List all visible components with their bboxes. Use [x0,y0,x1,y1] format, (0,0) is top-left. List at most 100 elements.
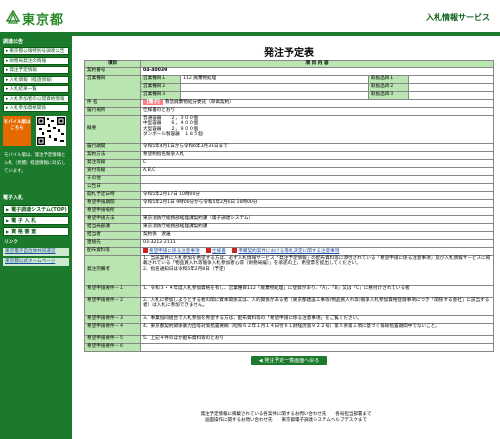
requirement-value [140,342,494,352]
sidebar-heading-links: リンク [4,240,18,245]
table-row: 履行期間 令和5年4月1日から令和6年3月31日まで [84,142,494,152]
item-value [408,82,494,92]
page-title: 発注予定表 [264,48,314,59]
sidebar-heading-announce: 調達公告 [3,39,24,45]
item-sublabel: 取扱品目２ [368,82,409,92]
item-value [408,74,494,84]
contract-number: 04-40039 [140,66,494,76]
summary-cell: 普通容器 ２，３００個 中型容器 ６，４００個 大型容器 ２，９００個 ダンボー… [140,114,494,144]
doc-link-spec[interactable]: 仕様書 [212,249,226,254]
row-label: 概要 [84,114,141,144]
table-row: その他 [84,174,494,184]
business-value: 112 廃棄物処理 [180,74,369,84]
requirement-value: 2、入札に参加しようとする者の関に資本関係又は、人的関係がある者（東京都建設工事… [140,296,494,316]
row-label: 希望申請方法 [84,214,141,224]
row-label: 担当者 [84,230,141,240]
apply-method-value: 東京消防庁総務部経理課契約課（電子調達システム） [140,214,494,224]
sidebar-link-kyodo[interactable]: 東京電子自治体共同運営 [3,248,69,256]
item-value [408,90,494,100]
row-label: 希望申請場所 [84,206,141,216]
sidebar-item-system-top[interactable]: 電子調達システム(TOP) [3,205,69,214]
apply-place-value [140,206,494,216]
sidebar-link-shikaku-kokai[interactable]: 入札参加者の公開資格情報 [3,94,69,103]
site-header: 東京都 入札情報サービス [0,0,500,36]
main-content: 発注予定表 項目 項 目 内 容 契約番号 04-40039 営業種目 営業種目… [84,36,494,365]
table-row: 営業種目 営業種目１ 112 廃棄物処理 取扱品目１ [84,74,494,100]
row-label: 受付等級 [84,166,141,176]
sidebar-link-zaimu[interactable]: 財務局発注の情報 [3,56,69,65]
table-row: 担当局部課 東京消防庁総務部経理課契約課 [84,222,494,232]
sidebar-heading-ebid: 電子入札 [3,195,24,201]
accept-grade-value: A,B,C [140,166,494,176]
table-row: 希望申請期間 令和5年2月1日 9時00分から令和5年2月6日 16時00分 [84,198,494,208]
sidebar-link-shikaku[interactable]: 入札参加資格関係 [3,104,69,112]
table-row: 契約方法 希望制指名競争入札 [84,150,494,160]
table-row: 契約番号 04-40039 [84,66,494,76]
row-label: 希望申請要件－２ [84,296,141,316]
dept-value: 東京消防庁総務部経理課契約課 [140,222,494,232]
back-button-label: 発注予定一覧画面へ戻る [264,357,320,364]
back-button-wrap: ◀ 発注予定一覧画面へ戻る [84,355,494,365]
pdf-icon [143,247,148,253]
business-sublabel: 営業種目２ [140,82,181,92]
requirement-value: 4、東京都契約関係暴力団等対策措置要綱（昭和６２年１月１４日付６１財経庶第９２２… [140,322,494,336]
sidebar-link-kekka[interactable]: 入札結果一覧 [3,85,69,93]
period-value: 令和5年4月1日から令和6年3月31日まで [140,142,494,152]
order-plan-table: 項目 項 目 内 容 契約番号 04-40039 営業種目 営業種目１ 112 … [84,60,494,352]
apply-period-value: 令和5年2月1日 9時00分から令和5年2月6日 16時00分 [140,198,494,208]
business-value [180,82,369,92]
mobile-section: モバイル版はこちら [3,116,69,146]
business-value [180,90,369,100]
row-label: 件 名 [84,98,141,108]
sidebar-link-hacchu-yotei[interactable]: 発注予定情報 [3,66,69,74]
location-value: 仕様書のとおり [140,106,494,116]
requirement-value: 1、令和３・４年度入札参加資格を有し、営業種目112「廃棄物処理」に登録があり、… [140,284,494,298]
table-row: 受付等級 A,B,C [84,166,494,176]
footer-line: 画面操作に関するお問い合わせ先 東京都電子調達システムヘルプデスクまで [205,418,367,423]
table-row: 開札予定日時 令和5年2月17日 10時00分 [84,190,494,200]
mobile-note: モバイル版は、発注予定情報と入札（見積）経過情報に対応しています。 [4,153,66,174]
sidebar-link-kouhou[interactable]: 東京都公報特別号調達公告 [3,47,69,55]
docs-cell: 希望申請に係る注意事項 仕様書 準備契約案件における落札決定に関する注意事項 [140,246,494,256]
table-row: 配布資料等 希望申請に係る注意事項 仕様書 準備契約案件における落札決定に関する… [84,246,494,256]
grade-value: C [140,158,494,168]
table-row: 希望申請要件－３ 3、事業協同組合で入札参加を希望する方は、配布資料等の「希望申… [84,314,494,324]
table-row: 希望申請要件－６ [84,342,494,352]
row-label: 担当局部課 [84,222,141,232]
mobile-button[interactable]: モバイル版はこちら [3,116,31,146]
doc-link-award-notes[interactable]: 準備契約案件における落札決定に関する注意事項 [238,249,339,254]
sidebar-item-qualification[interactable]: 資 格 審 査 [3,227,69,236]
table-row: 希望申請要件－２ 2、入札に参加しようとする者の関に資本関係又は、人的関係がある… [84,296,494,316]
table-row: 公告日 [84,182,494,192]
row-label: 履行場所 [84,106,141,116]
table-row: 希望申請要件－１ 1、令和３・４年度入札参加資格を有し、営業種目112「廃棄物処… [84,284,494,298]
pdf-icon [206,247,212,253]
sidebar-link-tokyo-official[interactable]: 東京都公式ホームページ [3,258,69,266]
sidebar-link-list: 東京都公報特別号調達公告 財務局発注の情報 発注予定情報 入札情報（経過情報） … [3,47,69,112]
sidebar-link-keika[interactable]: 入札情報（経過情報） [3,75,69,84]
doc-link-caution[interactable]: 希望申請に係る注意事項 [149,249,200,254]
phone-value: 03-3212-2111 [140,238,494,248]
table-row: 履行場所 仕様書のとおり [84,106,494,116]
table-row: 連絡先 03-3212-2111 [84,238,494,248]
table-row: 発注等級 C [84,158,494,168]
site-name[interactable]: 東京都 [22,9,64,28]
row-label: 発注完備考 [84,254,141,286]
back-to-list-button[interactable]: ◀ 発注予定一覧画面へ戻る [250,355,328,365]
row-label: 開札予定日時 [84,190,141,200]
item-sublabel: 取扱品目３ [368,90,409,100]
footer: 発注予定情報に掲載されている各案件に関するお問い合わせ先 各局担当部署まで 画面… [72,412,500,424]
other-value [140,174,494,184]
pdf-icon [232,247,238,253]
requirement-value: 3、事業協同組合で入札参加を希望する方は、配布資料等の「希望申請に係る注意事項」… [140,314,494,324]
sidebar-item-ebid[interactable]: 電 子 入 札 [3,216,69,225]
case-name-cell: 【電子】 救急廃棄物処分委託（単価契約） [140,98,494,108]
note-line: 1、当該案件に入札参加を希望する方は、必ず入札情報サービス「発注予定情報」の配布… [143,255,491,267]
electronic-tag: 【電子】 [143,99,164,105]
row-label: 配布資料等 [84,246,141,256]
row-label: 希望申請期間 [84,198,141,208]
business-sublabel: 営業種目３ [140,90,181,100]
notes-cell: 1、当該案件に入札参加を希望する方は、必ず入札情報サービス「発注予定情報」の配布… [140,254,494,286]
business-sublabel: 営業種目１ [140,74,181,84]
table-row: 希望申請要件－５ 5、上記４件のほか配布資料等のとおり [84,334,494,344]
